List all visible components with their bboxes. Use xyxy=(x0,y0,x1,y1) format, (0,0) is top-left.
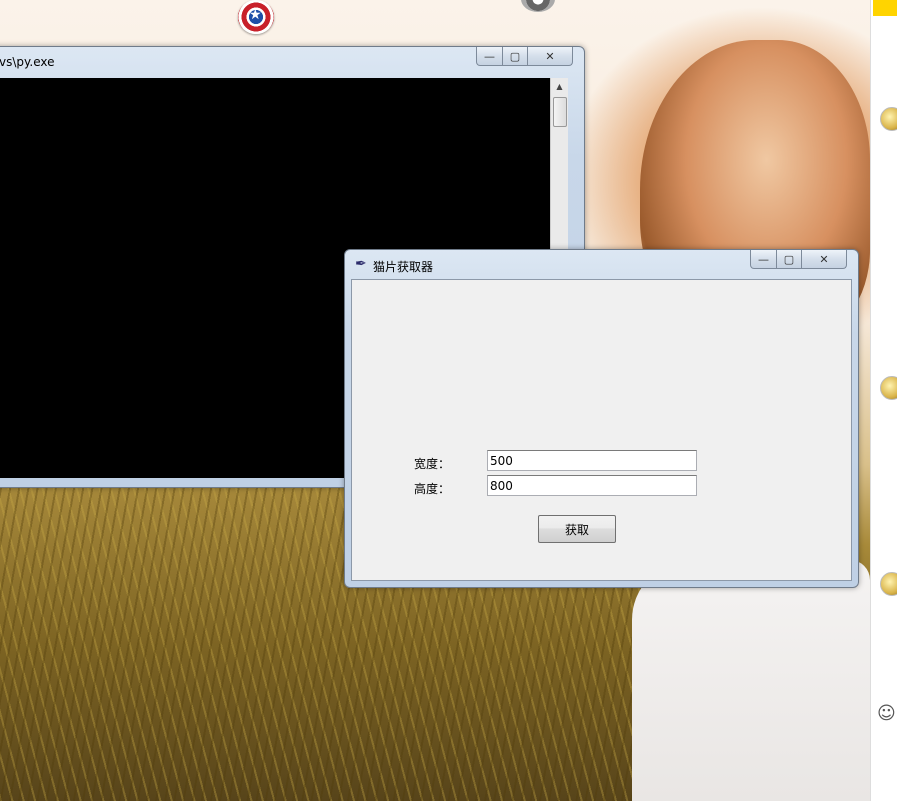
height-input[interactable] xyxy=(487,475,697,496)
feather-icon: ✒ xyxy=(355,256,367,272)
tk-window-title: 猫片获取器 xyxy=(373,260,434,274)
tk-window: ✒ 猫片获取器 — ▢ ✕ 宽度： 高度： 获取 xyxy=(344,249,859,588)
wallpaper-dress xyxy=(632,560,870,801)
console-title: vs\py.exe xyxy=(0,55,55,69)
width-label: 宽度： xyxy=(414,457,451,471)
side-panel-accent xyxy=(873,0,897,16)
tk-titlebar[interactable]: ✒ 猫片获取器 — ▢ ✕ xyxy=(345,250,858,280)
fetch-button[interactable]: 获取 xyxy=(538,515,616,543)
maximize-button[interactable]: ▢ xyxy=(777,250,802,269)
maximize-button[interactable]: ▢ xyxy=(503,47,528,66)
captain-america-shield-icon[interactable]: ★ xyxy=(238,0,274,34)
scroll-thumb[interactable] xyxy=(553,97,567,127)
height-label: 高度： xyxy=(414,482,451,496)
minimize-button[interactable]: — xyxy=(750,250,777,269)
close-button[interactable]: ✕ xyxy=(802,250,847,269)
minimize-button[interactable]: — xyxy=(476,47,503,66)
avatar-icon[interactable] xyxy=(880,107,897,131)
scroll-up-arrow-icon[interactable]: ▲ xyxy=(551,78,568,95)
avatar-icon[interactable] xyxy=(880,572,897,596)
console-titlebar[interactable]: vs\py.exe — ▢ ✕ xyxy=(0,47,584,77)
tk-client-area: 宽度： 高度： 获取 xyxy=(351,279,852,581)
close-button[interactable]: ✕ xyxy=(528,47,573,66)
smiley-icon[interactable]: ☺ xyxy=(877,703,896,724)
avatar-icon[interactable] xyxy=(880,376,897,400)
width-input[interactable] xyxy=(487,450,697,471)
